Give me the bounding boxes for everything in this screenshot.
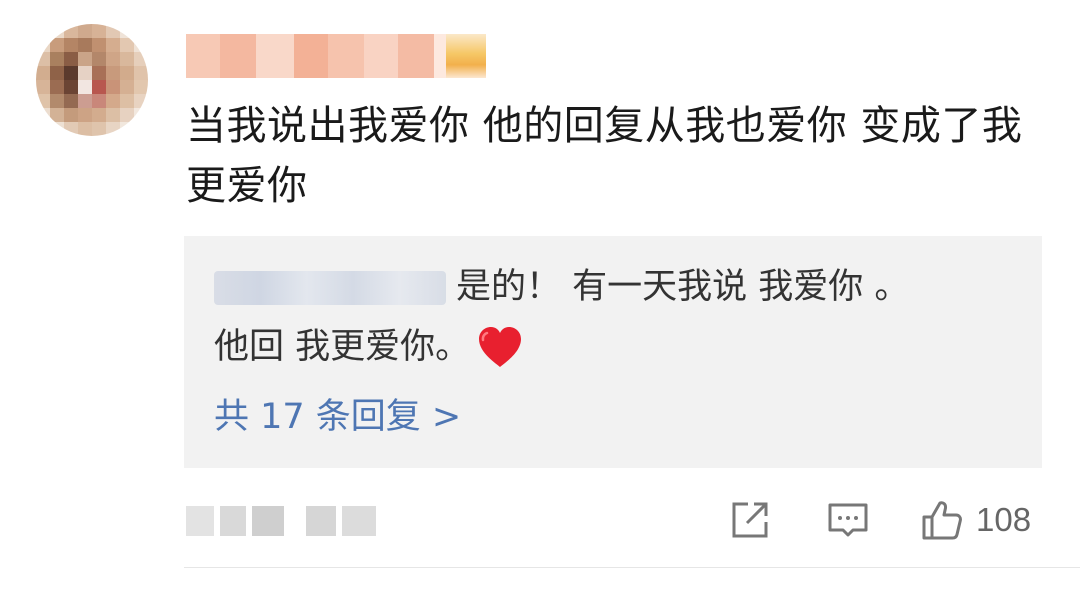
reply-button[interactable]	[826, 496, 870, 544]
comment-text: 当我说出我爱你 他的回复从我也爱你 变成了我更爱你	[186, 103, 1023, 209]
share-button[interactable]	[728, 496, 772, 544]
like-button[interactable]: 108	[920, 496, 1031, 544]
username-blurred[interactable]	[186, 34, 486, 78]
timestamp-blurred	[186, 506, 376, 536]
reply-text-2: 他回 我更爱你。	[214, 327, 471, 367]
avatar[interactable]	[36, 24, 148, 136]
share-icon[interactable]	[728, 498, 772, 542]
comment-card: 当我说出我爱你 他的回复从我也爱你 变成了我更爱你 是的！ 有一天我说 我爱你 …	[0, 0, 1080, 595]
divider	[184, 567, 1080, 568]
reply-second-line: 他回 我更爱你。	[214, 320, 524, 374]
thumbs-up-icon[interactable]	[920, 498, 964, 542]
comment-icon[interactable]	[826, 498, 870, 542]
like-count: 108	[976, 501, 1032, 538]
reply-username-blurred[interactable]	[214, 271, 446, 305]
reply-preview[interactable]: 是的！ 有一天我说 我爱你 。 他回 我更爱你。 共 17 条回复 >	[184, 236, 1042, 468]
heart-emoji	[479, 327, 522, 367]
reply-text-1: 是的！ 有一天我说 我爱你 。	[456, 267, 910, 307]
view-all-replies-link[interactable]: 共 17 条回复 >	[214, 390, 461, 444]
reply-first-line: 是的！ 有一天我说 我爱你 。	[214, 260, 909, 314]
